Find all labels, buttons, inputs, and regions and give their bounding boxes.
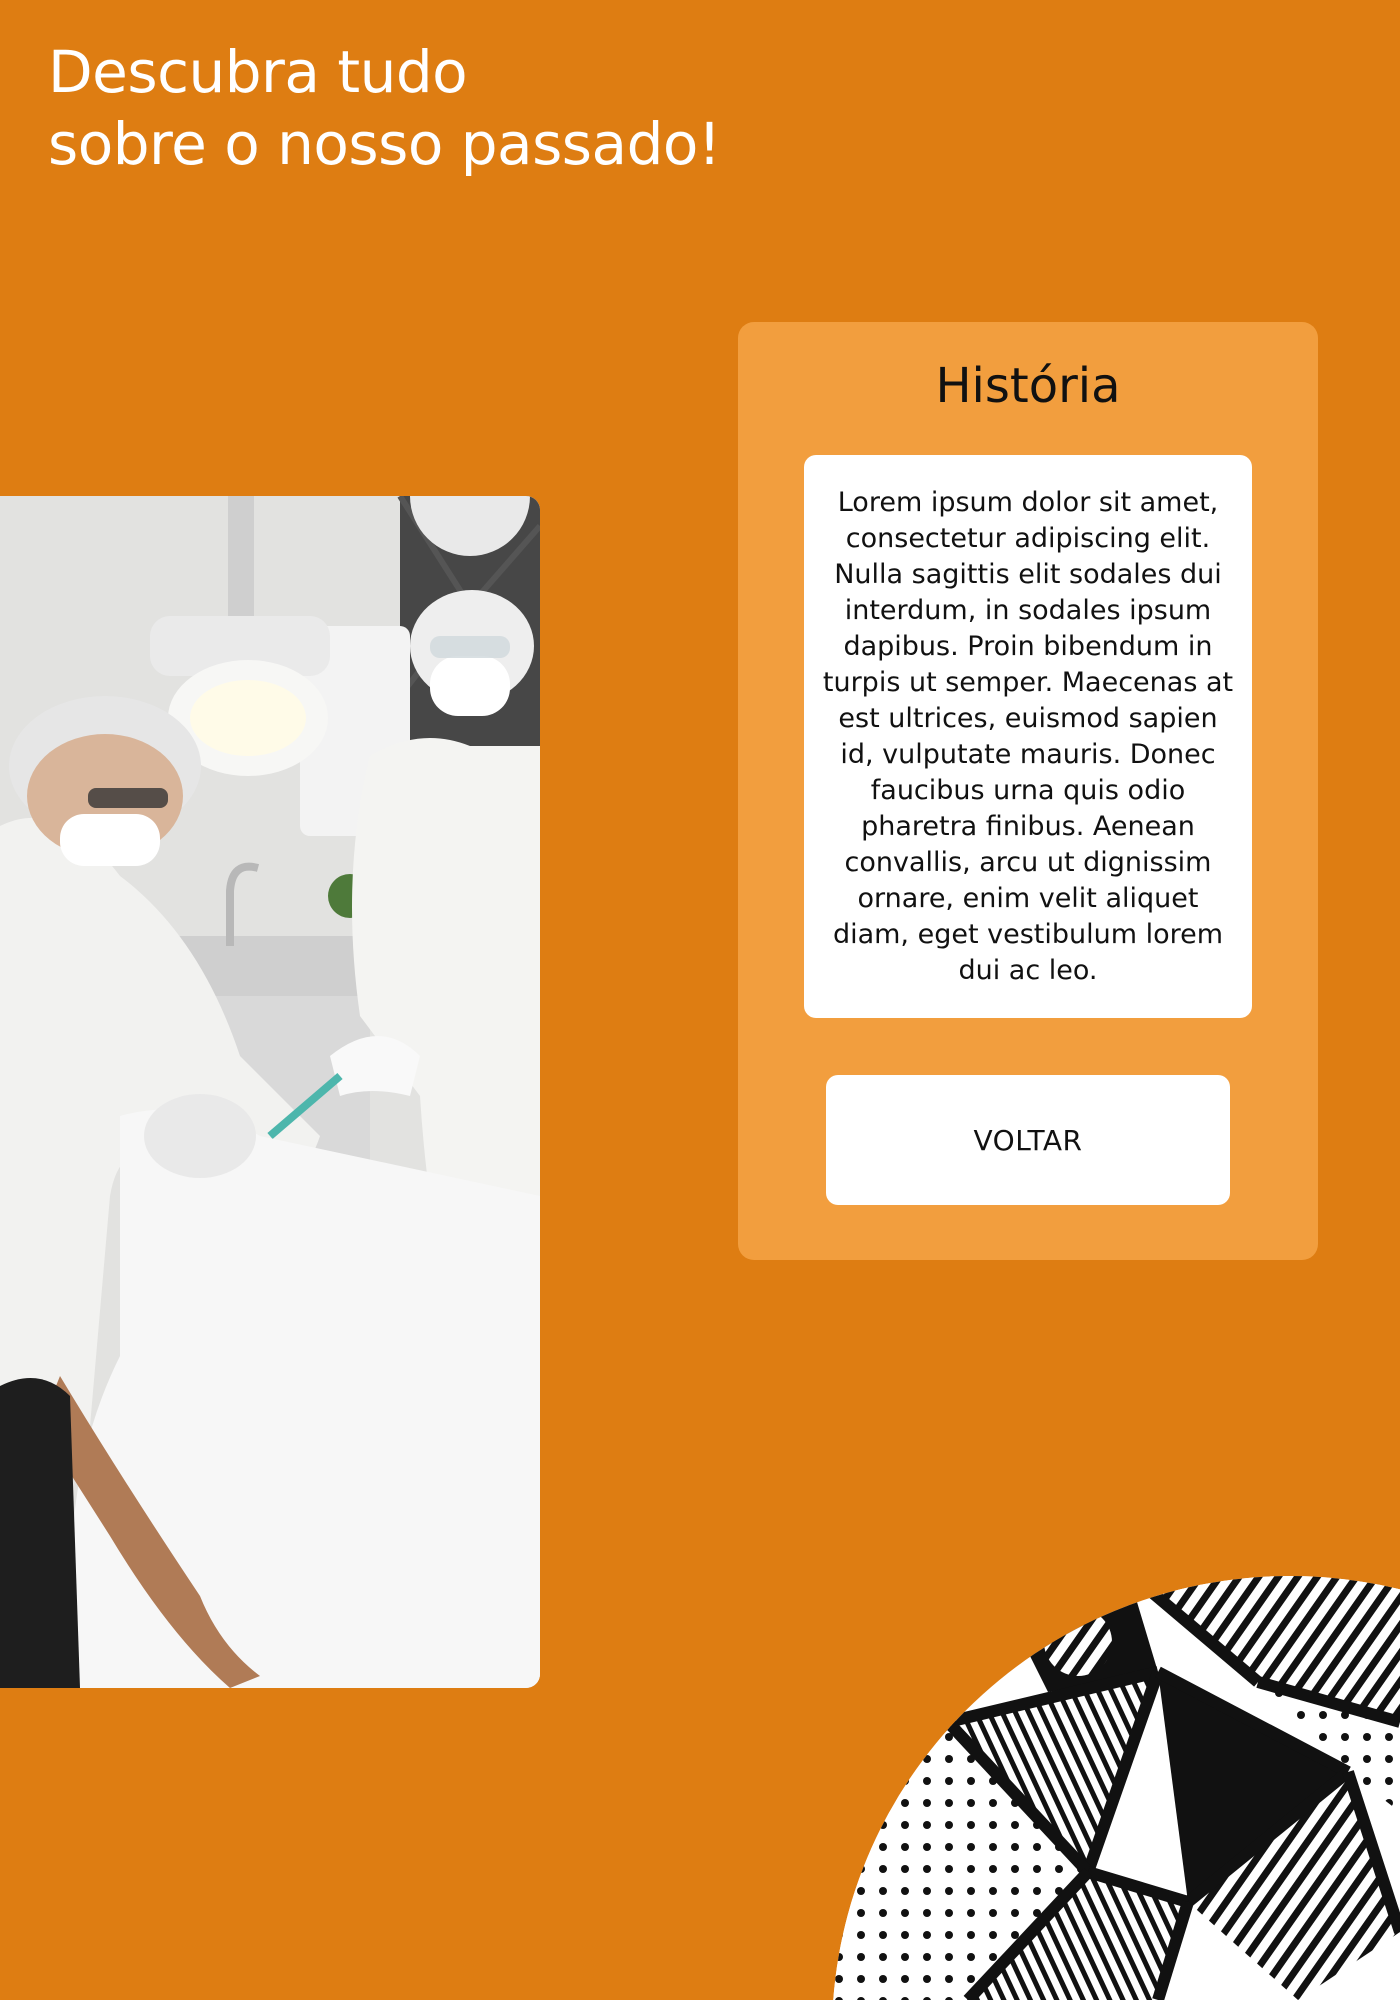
dental-clinic-photo	[0, 496, 540, 1688]
page-title-line-1: Descubra tudo	[48, 38, 468, 106]
card-title: História	[935, 358, 1121, 414]
history-card: História Lorem ipsum dolor sit amet, con…	[738, 322, 1318, 1260]
history-text-panel: Lorem ipsum dolor sit amet, consectetur …	[804, 455, 1252, 1018]
page-title: Descubra tudo sobre o nosso passado!	[48, 36, 721, 180]
tribal-pattern-decoration	[828, 1572, 1400, 2000]
page-title-line-2: sobre o nosso passado!	[48, 110, 721, 178]
history-text: Lorem ipsum dolor sit amet, consectetur …	[822, 487, 1234, 986]
back-button[interactable]: VOLTAR	[826, 1075, 1230, 1205]
